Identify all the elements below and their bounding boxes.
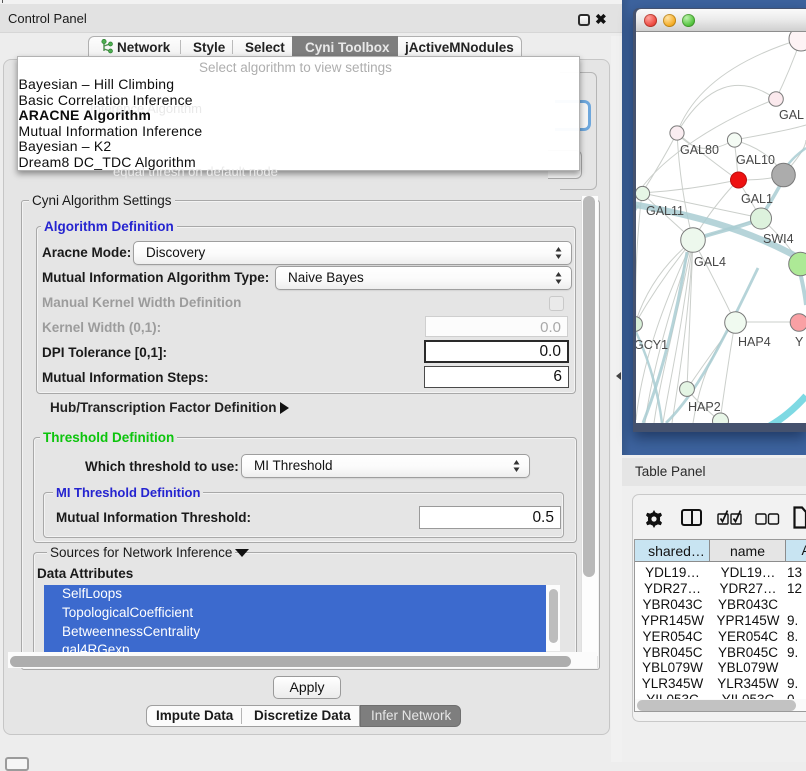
svg-text:Y: Y	[795, 335, 804, 349]
svg-text:GAL: GAL	[779, 108, 804, 122]
svg-text:HAP2: HAP2	[688, 400, 721, 414]
svg-text:GAL10: GAL10	[736, 153, 775, 167]
svg-text:GAL80: GAL80	[680, 143, 719, 157]
svg-text:GAL1: GAL1	[741, 192, 773, 206]
svg-text:GCY1: GCY1	[636, 338, 668, 352]
svg-text:SWI4: SWI4	[763, 232, 794, 246]
svg-text:GAL11: GAL11	[646, 204, 684, 218]
svg-text:HAP4: HAP4	[738, 335, 771, 349]
svg-text:GAL4: GAL4	[694, 255, 726, 269]
